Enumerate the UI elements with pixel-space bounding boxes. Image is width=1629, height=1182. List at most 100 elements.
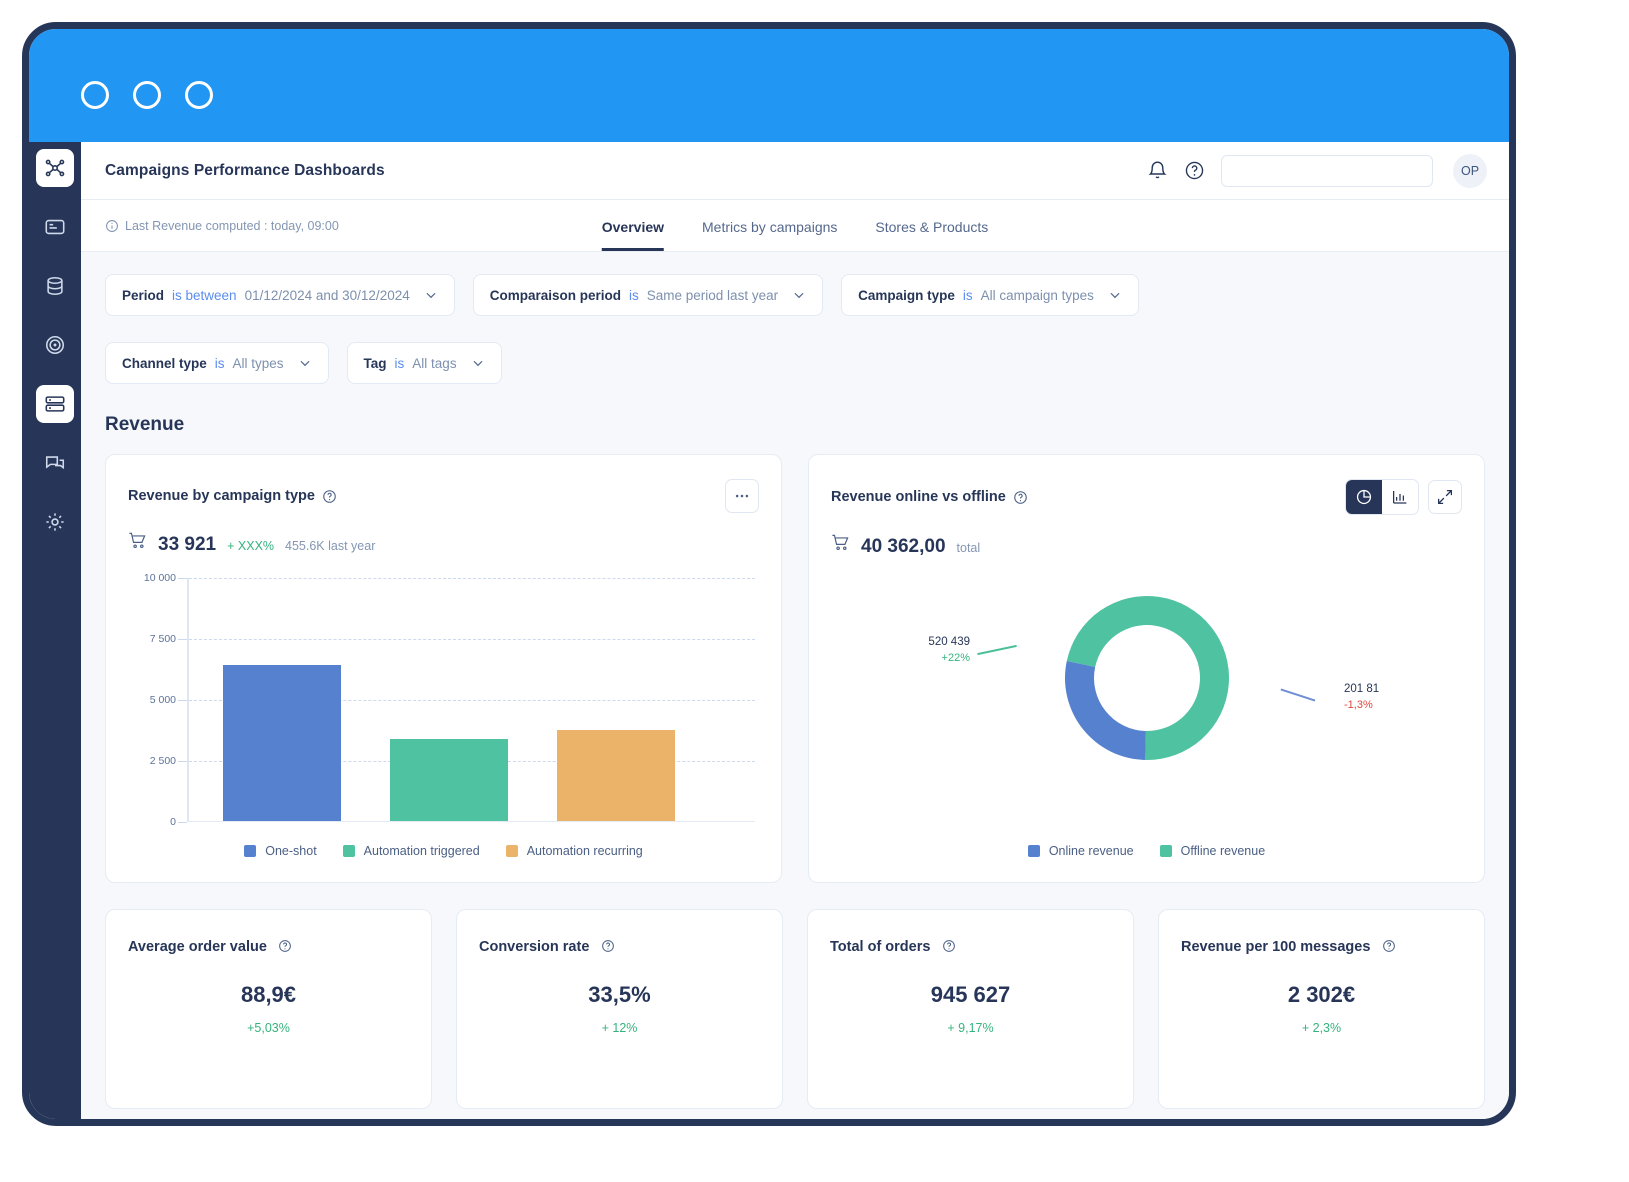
campaign-icon [45,219,65,235]
donut-label-online-value: 201 81 [1344,683,1380,695]
sidebar-item-settings[interactable] [36,503,74,541]
bar-chart-view-button[interactable] [1382,480,1418,514]
kpi-card-value: 945 627 [930,982,1011,1007]
donut-chart: 520 439 +22% 201 81 -1,3% [809,574,1484,822]
filter-tag[interactable]: Tag is All tags [346,342,502,384]
kpi-delta: + XXX% [227,539,275,553]
kpi-card-delta: + 9,17% [947,1021,994,1035]
chat-icon [45,456,65,470]
kpi-card-header: Revenue per 100 messages [1181,938,1462,956]
tab-overview[interactable]: Overview [601,201,665,251]
card-title: Revenue by campaign type [128,488,315,504]
filter-channel-type[interactable]: Channel type is All types [105,342,329,384]
kpi-card-delta: + 12% [601,1021,638,1035]
bell-icon[interactable] [1147,160,1168,181]
filter-campaign-type-label: Campaign type [858,287,955,303]
chevron-down-icon [1108,288,1122,302]
kpi-card-total-of-orders: Total of orders 945 627 + 9,17% [807,909,1134,1109]
kpi-value: 40 362,00 [861,536,946,557]
bar-one-shot[interactable] [222,665,341,821]
legend-item[interactable]: Offline revenue [1159,844,1266,858]
sidebar-rail [29,142,81,1119]
expand-icon [1437,489,1453,505]
sidebar-item-dashboard[interactable] [36,149,74,187]
card-header: Revenue online vs offline [809,455,1484,515]
filter-period-value: 01/12/2024 and 30/12/2024 [244,287,410,303]
more-options-button[interactable] [725,479,759,513]
question-circle-icon[interactable] [322,489,337,504]
donut-svg[interactable] [1047,578,1247,778]
filter-campaign-type-value: All campaign types [980,287,1094,303]
header-actions: OP [1147,153,1487,188]
kpi-card-header: Total of orders [830,938,1111,956]
card-revenue-by-campaign-type: Revenue by campaign type 33 921 + XXX% 4… [105,454,782,883]
question-circle-icon[interactable] [278,939,292,953]
sidebar-item-campaigns[interactable] [36,208,74,246]
bar-chart-x-axis [187,821,755,822]
question-circle-icon[interactable] [1184,160,1205,181]
donut-label-offline: 520 439 +22% [865,634,970,667]
leader-line-online [1280,688,1316,702]
legend-label: One-shot [265,844,317,858]
kpi-suffix: total [956,541,981,555]
filter-tag-label: Tag [363,355,387,371]
filter-tag-value: All tags [412,355,457,371]
tabs: Overview Metrics by campaigns Stores & P… [601,200,988,251]
kpi-card-revenue-per-100-messages: Revenue per 100 messages 2 302€ + 2,3% [1158,909,1485,1109]
legend-item[interactable]: One-shot [244,844,317,858]
bar-automation-triggered[interactable] [389,739,508,821]
legend-item[interactable]: Online revenue [1027,844,1134,858]
sidebar-item-messages[interactable] [36,444,74,482]
filter-campaign-type-operator: is [962,287,973,303]
window-close-dot[interactable] [81,81,109,109]
sidebar-item-analytics[interactable] [36,385,74,423]
filter-period-label: Period [122,287,165,303]
filter-campaign-type[interactable]: Campaign type is All campaign types [841,274,1139,316]
legend-label: Automation triggered [363,844,480,858]
leader-line-offline [977,644,1017,655]
card-kpi-row: 40 362,00 total [809,515,1484,558]
expand-button[interactable] [1428,480,1462,514]
last-computed-text: Last Revenue computed : today, 09:00 [125,218,339,233]
pie-chart-view-button[interactable] [1346,480,1382,514]
filter-channel-type-operator: is [214,355,225,371]
question-circle-icon[interactable] [601,939,615,953]
legend-label: Offline revenue [1180,844,1266,858]
legend-item[interactable]: Automation recurring [505,844,643,858]
section-title: Revenue [105,414,185,435]
main-column: Campaigns Performance Dashboards OP Last… [81,142,1509,1119]
sidebar-item-database[interactable] [36,267,74,305]
search-input[interactable] [1221,154,1433,187]
question-circle-icon[interactable] [1013,490,1028,505]
avatar[interactable]: OP [1453,153,1487,188]
question-circle-icon[interactable] [942,939,956,953]
bar-chart-y-tick-label: 2 500 [149,755,176,767]
cart-icon [129,532,146,549]
bar-automation-recurring[interactable] [556,729,675,821]
window-maximize-dot[interactable] [185,81,213,109]
filter-comparaison-period[interactable]: Comparaison period is Same period last y… [472,274,824,316]
ellipsis-icon [735,494,749,498]
database-icon [47,276,63,296]
device-frame: Campaigns Performance Dashboards OP Last… [22,22,1516,1126]
window-minimize-dot[interactable] [133,81,161,109]
bar-chart-icon [1392,491,1407,504]
donut-slice-online-revenue[interactable] [1064,660,1146,760]
info-icon [106,219,118,232]
tab-metrics-by-campaigns[interactable]: Metrics by campaigns [702,201,837,251]
donut-label-offline-value: 520 439 [928,636,970,648]
bar-chart-bars [198,578,699,821]
tab-stores-and-products[interactable]: Stores & Products [875,201,988,251]
card-actions [725,479,759,513]
view-toggle-group [1345,479,1419,515]
top-cards-row: Revenue by campaign type 33 921 + XXX% 4… [105,454,1485,883]
sidebar-item-targeting[interactable] [36,326,74,364]
legend-item[interactable]: Automation triggered [342,844,480,858]
legend-swatch [244,845,257,857]
chevron-down-icon [424,288,438,302]
question-circle-icon[interactable] [1382,939,1396,953]
filter-period[interactable]: Period is between 01/12/2024 and 30/12/2… [105,274,455,316]
chevron-down-icon [298,356,312,370]
chevron-down-icon [792,288,806,302]
bar-chart: 0 2 500 5 000 7 500 10 000 [128,572,759,828]
